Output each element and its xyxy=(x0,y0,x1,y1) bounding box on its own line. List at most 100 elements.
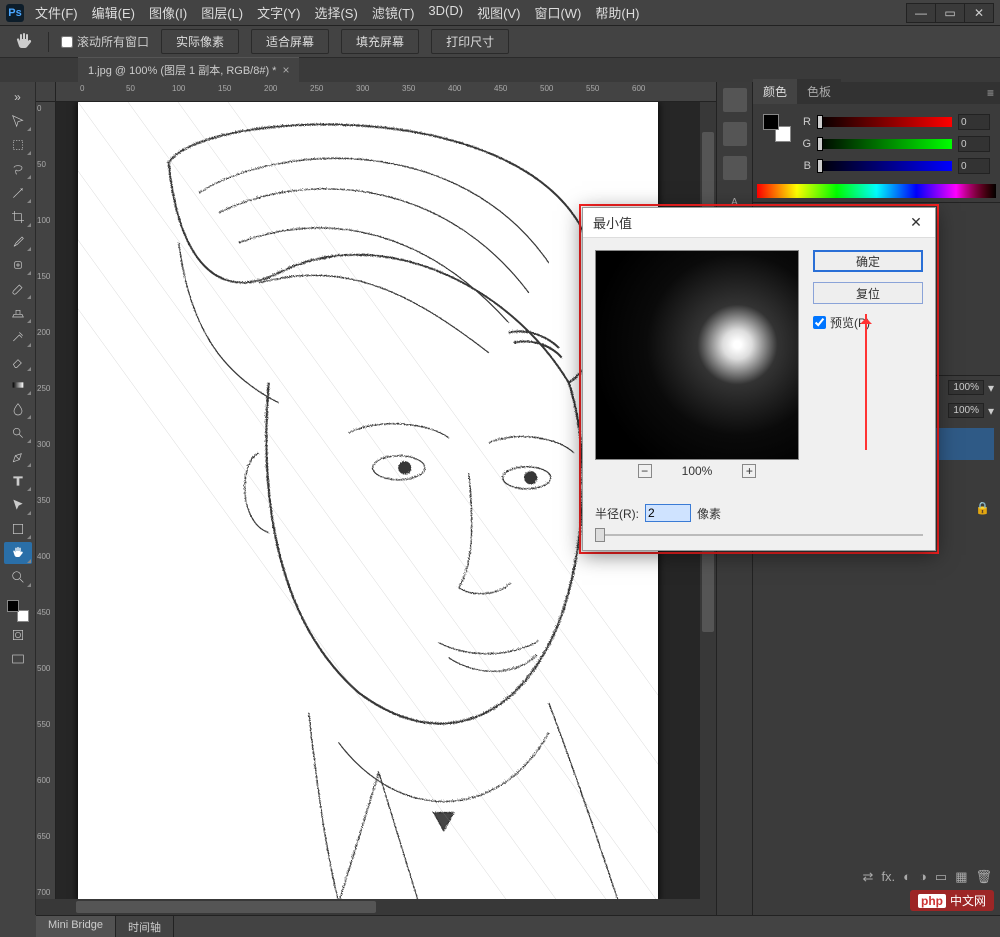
document-tab[interactable]: 1.jpg @ 100% (图层 1 副本, RGB/8#) * × xyxy=(78,57,299,82)
group-icon[interactable]: ▭ xyxy=(935,869,947,885)
menu-window[interactable]: 窗口(W) xyxy=(529,0,586,25)
zoom-in-button[interactable]: + xyxy=(742,464,756,478)
fill-screen-button[interactable]: 填充屏幕 xyxy=(341,29,419,54)
menu-view[interactable]: 视图(V) xyxy=(472,0,525,25)
annotation-arrow xyxy=(865,314,867,450)
brush-tool[interactable] xyxy=(4,278,32,300)
zoom-out-button[interactable]: − xyxy=(638,464,652,478)
move-tool[interactable] xyxy=(4,110,32,132)
menu-layer[interactable]: 图层(L) xyxy=(196,0,248,25)
canvas[interactable] xyxy=(78,102,658,899)
b-input[interactable] xyxy=(958,158,990,174)
ruler-tick: 450 xyxy=(37,608,50,617)
quick-mask-toggle[interactable] xyxy=(4,624,32,646)
menu-select[interactable]: 选择(S) xyxy=(309,0,362,25)
hand-tool-icon xyxy=(12,32,36,52)
r-input[interactable] xyxy=(958,114,990,130)
layer-mask-icon[interactable]: ◐ xyxy=(903,869,911,885)
cancel-button[interactable]: 复位 xyxy=(813,282,923,304)
delete-layer-icon[interactable]: 🗑 xyxy=(975,869,992,885)
panel-menu-icon[interactable]: ≡ xyxy=(981,82,1000,104)
scroll-all-windows-checkbox[interactable]: 滚动所有窗口 xyxy=(61,33,149,50)
preview-zoom: 100% xyxy=(682,464,713,478)
horizontal-scrollbar[interactable] xyxy=(36,899,716,915)
tab-swatches[interactable]: 色板 xyxy=(797,79,841,104)
fit-screen-button[interactable]: 适合屏幕 xyxy=(251,29,329,54)
menu-type[interactable]: 文字(Y) xyxy=(252,0,305,25)
dialog-close-icon[interactable]: ✕ xyxy=(907,214,925,232)
menu-image[interactable]: 图像(I) xyxy=(144,0,192,25)
close-tab-icon[interactable]: × xyxy=(282,63,289,77)
new-layer-icon[interactable]: ▦ xyxy=(955,869,967,885)
r-slider[interactable] xyxy=(817,117,952,127)
collapse-toolbox-icon[interactable]: » xyxy=(4,86,32,108)
fill-value[interactable]: 100% xyxy=(948,403,984,418)
fg-bg-swatch[interactable] xyxy=(763,114,791,142)
radius-slider[interactable] xyxy=(595,528,923,542)
minimum-filter-dialog: 最小值 ✕ − 100% + 确定 复位 预览(P) 半径(R): 像素 xyxy=(582,207,936,551)
watermark-prefix: php xyxy=(918,894,946,908)
ruler-horizontal[interactable]: 0 50 100 150 200 250 300 350 400 450 500… xyxy=(56,82,716,102)
ok-button[interactable]: 确定 xyxy=(813,250,923,272)
foreground-background-swatch[interactable] xyxy=(4,600,32,622)
close-button[interactable]: ✕ xyxy=(964,3,994,23)
link-layers-icon[interactable]: ⇄ xyxy=(863,869,874,885)
dodge-tool[interactable] xyxy=(4,422,32,444)
zoom-tool[interactable] xyxy=(4,566,32,588)
dock-icon[interactable] xyxy=(723,122,747,146)
magic-wand-tool[interactable] xyxy=(4,182,32,204)
maximize-button[interactable]: ▭ xyxy=(935,3,965,23)
g-input[interactable] xyxy=(958,136,990,152)
b-slider[interactable] xyxy=(817,161,952,171)
ruler-tick: 250 xyxy=(310,84,323,93)
crop-tool[interactable] xyxy=(4,206,32,228)
actual-pixels-button[interactable]: 实际像素 xyxy=(161,29,239,54)
watermark: php 中文网 xyxy=(910,890,994,911)
ruler-tick: 550 xyxy=(37,720,50,729)
tab-mini-bridge[interactable]: Mini Bridge xyxy=(36,916,116,937)
blur-tool[interactable] xyxy=(4,398,32,420)
path-selection-tool[interactable] xyxy=(4,494,32,516)
menu-3d[interactable]: 3D(D) xyxy=(423,0,468,25)
ruler-tick: 650 xyxy=(37,832,50,841)
menu-file[interactable]: 文件(F) xyxy=(30,0,83,25)
filter-preview[interactable] xyxy=(595,250,799,460)
minimize-button[interactable]: — xyxy=(906,3,936,23)
ruler-tick: 200 xyxy=(37,328,50,337)
screen-mode-toggle[interactable] xyxy=(4,648,32,670)
ruler-tick: 150 xyxy=(37,272,50,281)
ruler-origin[interactable] xyxy=(36,82,56,102)
document-tab-bar: 1.jpg @ 100% (图层 1 副本, RGB/8#) * × xyxy=(0,58,1000,82)
radius-input[interactable] xyxy=(645,504,691,522)
eraser-tool[interactable] xyxy=(4,350,32,372)
ruler-tick: 600 xyxy=(632,84,645,93)
pen-tool[interactable] xyxy=(4,446,32,468)
g-label: G xyxy=(799,138,811,150)
lasso-tool[interactable] xyxy=(4,158,32,180)
shape-tool[interactable] xyxy=(4,518,32,540)
color-spectrum[interactable] xyxy=(757,184,996,198)
tab-color[interactable]: 颜色 xyxy=(753,79,797,104)
hand-tool[interactable] xyxy=(4,542,32,564)
adjustment-icon[interactable]: ◑ xyxy=(919,869,927,885)
ruler-tick: 100 xyxy=(37,216,50,225)
tab-timeline[interactable]: 时间轴 xyxy=(116,916,174,937)
clone-stamp-tool[interactable] xyxy=(4,302,32,324)
healing-brush-tool[interactable] xyxy=(4,254,32,276)
layer-style-icon[interactable]: fx. xyxy=(881,869,895,885)
marquee-tool[interactable] xyxy=(4,134,32,156)
eyedropper-tool[interactable] xyxy=(4,230,32,252)
menu-help[interactable]: 帮助(H) xyxy=(590,0,644,25)
dock-icon[interactable] xyxy=(723,156,747,180)
g-slider[interactable] xyxy=(817,139,952,149)
menu-filter[interactable]: 滤镜(T) xyxy=(367,0,420,25)
history-brush-tool[interactable] xyxy=(4,326,32,348)
menu-edit[interactable]: 编辑(E) xyxy=(87,0,140,25)
print-size-button[interactable]: 打印尺寸 xyxy=(431,29,509,54)
opacity-value[interactable]: 100% xyxy=(948,380,984,395)
type-tool[interactable] xyxy=(4,470,32,492)
dock-icon[interactable] xyxy=(723,88,747,112)
ruler-tick: 450 xyxy=(494,84,507,93)
ruler-vertical[interactable]: 0 50 100 150 200 250 300 350 400 450 500… xyxy=(36,102,56,899)
gradient-tool[interactable] xyxy=(4,374,32,396)
